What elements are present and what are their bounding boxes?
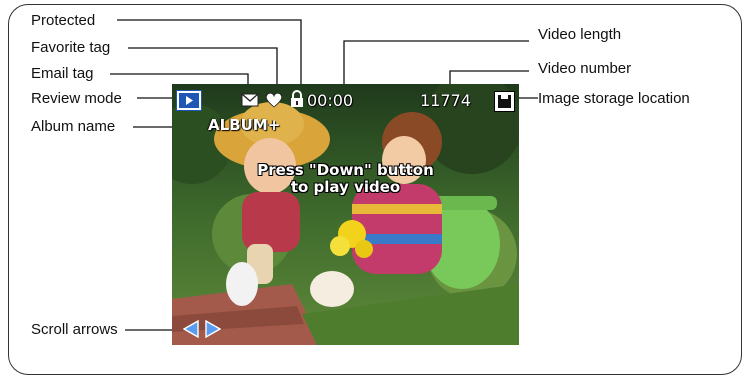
label-protected: Protected <box>31 12 96 29</box>
label-video-length: Video length <box>538 26 622 43</box>
label-album-name: Album name <box>31 118 116 135</box>
video-length-readout: 00:00 <box>307 91 354 110</box>
label-favorite-tag: Favorite tag <box>31 39 111 56</box>
label-email-tag: Email tag <box>31 65 94 82</box>
review-mode-icon <box>176 90 202 111</box>
message-line-1: Press "Down" button <box>257 161 434 179</box>
label-review-mode: Review mode <box>31 90 122 107</box>
storage-icon <box>494 91 515 112</box>
heart-icon <box>265 92 283 108</box>
album-name-readout: ALBUM+ <box>208 116 281 134</box>
email-icon <box>241 93 259 107</box>
left-arrow-icon[interactable] <box>183 320 199 338</box>
right-arrow-icon[interactable] <box>205 320 221 338</box>
label-scroll-arrows: Scroll arrows <box>31 321 118 338</box>
video-number-readout: 11774 <box>420 91 471 110</box>
message-line-2: to play video <box>290 178 401 196</box>
play-video-message: Press "Down" button to play video <box>172 162 519 196</box>
label-video-number: Video number <box>538 60 632 77</box>
label-image-storage-location: Image storage location <box>538 90 690 107</box>
camera-screen: 00:00 11774 ALBUM+ Press "Down" button t… <box>172 84 519 345</box>
lock-icon <box>291 90 303 107</box>
